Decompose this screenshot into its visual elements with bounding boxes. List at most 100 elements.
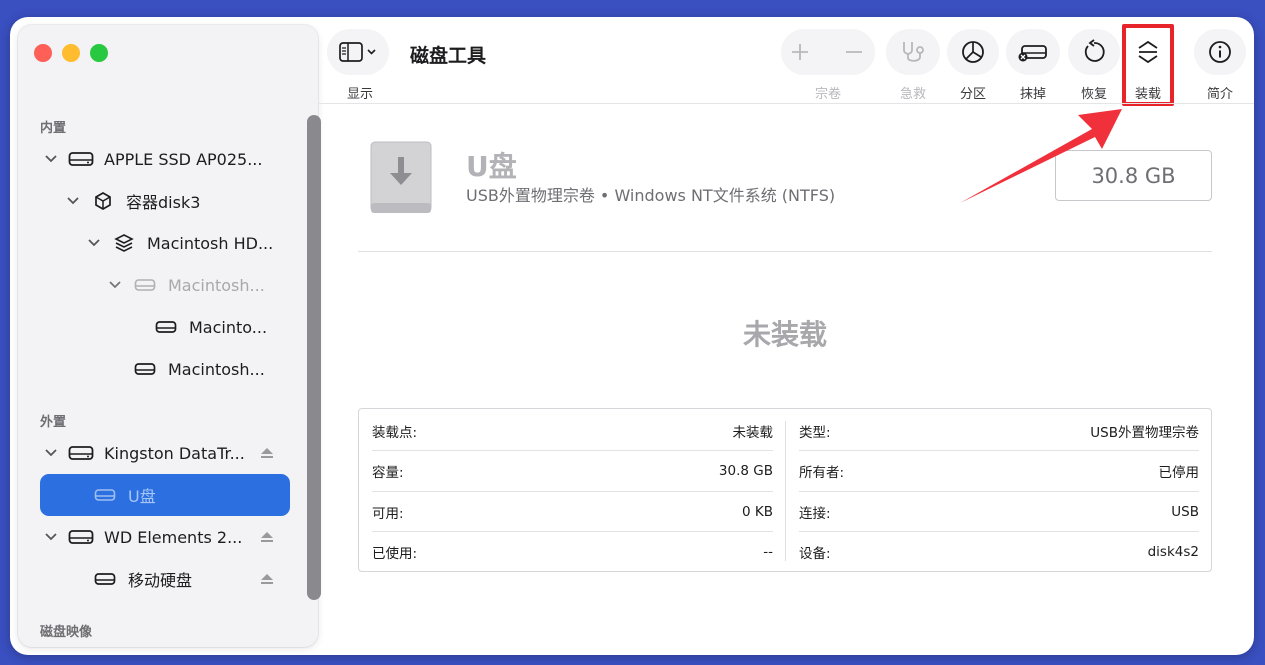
drive-icon bbox=[68, 527, 94, 547]
info-value: 30.8 GB bbox=[718, 463, 773, 479]
info-row-type: 类型: USB外置物理宗卷 bbox=[799, 411, 1199, 451]
info-row-mount-point: 装载点: 未装载 bbox=[372, 411, 773, 451]
header-divider bbox=[358, 251, 1212, 252]
info-column-separator bbox=[785, 421, 786, 561]
sidebar-item-label: Macinto... bbox=[189, 317, 268, 337]
window-controls bbox=[34, 44, 108, 62]
info-label: 所有者: bbox=[799, 465, 845, 481]
sidebar-item-macintosh-hd-volume[interactable]: Macintosh... bbox=[108, 265, 265, 305]
partition-button[interactable] bbox=[947, 29, 999, 75]
sidebar-item-label: APPLE SSD AP025... bbox=[104, 149, 263, 169]
layers-icon bbox=[111, 233, 137, 253]
restore-icon bbox=[1084, 39, 1105, 62]
drive-icon bbox=[132, 275, 158, 295]
sidebar-item-macintosh-hd-group[interactable]: Macintosh HD... bbox=[87, 223, 273, 263]
info-value: 0 KB bbox=[742, 504, 773, 520]
sidebar-item-macintosh-data[interactable]: Macintosh... bbox=[132, 349, 265, 389]
mount-highlight-box bbox=[1122, 24, 1174, 106]
sidebar-toggle-icon bbox=[339, 42, 376, 62]
stethoscope-icon bbox=[903, 42, 924, 62]
eject-icon[interactable] bbox=[260, 530, 274, 544]
volume-description: USB外置物理宗卷 • Windows NT文件系统 (NTFS) bbox=[466, 186, 836, 205]
mount-status: 未装载 bbox=[742, 318, 827, 351]
info-value: USB bbox=[1171, 504, 1199, 520]
chevron-down-icon[interactable] bbox=[66, 194, 80, 208]
erase-label: 抹掉 bbox=[1019, 87, 1046, 102]
first-aid-label: 急救 bbox=[899, 87, 926, 102]
sidebar-item-label: Macintosh... bbox=[168, 275, 265, 295]
sidebar-scrollbar[interactable] bbox=[307, 115, 321, 600]
pie-chart-icon bbox=[962, 41, 984, 63]
info-label: 容量: bbox=[372, 465, 404, 481]
erase-button[interactable] bbox=[1006, 29, 1060, 75]
erase-drive-icon bbox=[1018, 45, 1047, 62]
section-internal: 内置 bbox=[40, 121, 67, 136]
volume-name: U盘 bbox=[466, 150, 517, 183]
view-label: 显示 bbox=[346, 87, 373, 102]
sidebar-item-kingston[interactable]: Kingston DataTr... bbox=[44, 433, 245, 473]
info-value: 未装载 bbox=[732, 425, 774, 441]
section-external: 外置 bbox=[40, 415, 67, 430]
zoom-button[interactable] bbox=[90, 44, 108, 62]
info-value: -- bbox=[763, 544, 773, 560]
first-aid-button[interactable] bbox=[886, 29, 940, 75]
info-row-capacity: 容量: 30.8 GB bbox=[372, 451, 773, 491]
info-row-used: 已使用: -- bbox=[372, 532, 773, 572]
chevron-down-icon[interactable] bbox=[44, 446, 58, 460]
sidebar-item-wd-elements[interactable]: WD Elements 2... bbox=[44, 517, 242, 557]
sidebar-item-mobile-hdd[interactable]: 移动硬盘 bbox=[92, 559, 192, 599]
eject-icon[interactable] bbox=[260, 572, 274, 586]
chevron-down-icon[interactable] bbox=[44, 152, 58, 166]
usb-drive-icon bbox=[370, 141, 432, 215]
close-button[interactable] bbox=[34, 44, 52, 62]
info-button[interactable] bbox=[1194, 29, 1246, 75]
minimize-button[interactable] bbox=[62, 44, 80, 62]
info-label: 连接: bbox=[799, 506, 831, 522]
volume-label: 宗卷 bbox=[814, 87, 841, 102]
sidebar-item-label: Macintosh... bbox=[168, 359, 265, 379]
sidebar: 内置 APPLE SSD AP025... 容器disk3 Macintosh … bbox=[18, 25, 321, 647]
info-label: 简介 bbox=[1206, 87, 1233, 102]
drive-icon bbox=[153, 317, 179, 337]
info-label: 装载点: bbox=[372, 425, 418, 441]
info-row-available: 可用: 0 KB bbox=[372, 492, 773, 532]
eject-icon[interactable] bbox=[260, 446, 274, 460]
drive-icon bbox=[68, 149, 94, 169]
info-value: 已停用 bbox=[1158, 465, 1200, 481]
disk-utility-window: 内置 APPLE SSD AP025... 容器disk3 Macintosh … bbox=[10, 17, 1254, 655]
sidebar-item-label: 容器disk3 bbox=[126, 193, 201, 212]
drive-icon bbox=[68, 443, 94, 463]
chevron-down-icon[interactable] bbox=[108, 278, 122, 292]
volume-button-group[interactable] bbox=[781, 29, 875, 75]
sidebar-item-macintosh-snapshot[interactable]: Macinto... bbox=[153, 307, 267, 347]
info-row-owner: 所有者: 已停用 bbox=[799, 451, 1199, 491]
volume-size-badge: 30.8 GB bbox=[1055, 150, 1212, 201]
section-disk-images: 磁盘映像 bbox=[40, 625, 93, 640]
info-value: USB外置物理宗卷 bbox=[1090, 425, 1199, 441]
info-label: 设备: bbox=[799, 546, 831, 562]
selection-highlight bbox=[40, 474, 290, 516]
plus-icon bbox=[792, 44, 808, 60]
sidebar-item-label: Kingston DataTr... bbox=[104, 443, 245, 463]
restore-label: 恢复 bbox=[1080, 87, 1107, 102]
sidebar-item-u-disk[interactable]: U盘 bbox=[92, 475, 156, 515]
app-title: 磁盘工具 bbox=[410, 45, 487, 67]
info-table: 装载点: 未装载 容量: 30.8 GB 可用: 0 KB 已使用: -- 类型… bbox=[358, 408, 1212, 572]
partition-label: 分区 bbox=[959, 87, 986, 102]
chevron-down-icon[interactable] bbox=[87, 236, 101, 250]
info-label: 可用: bbox=[372, 506, 404, 522]
container-icon bbox=[90, 191, 116, 211]
sidebar-item-container[interactable]: 容器disk3 bbox=[66, 181, 200, 221]
info-row-device: 设备: disk4s2 bbox=[799, 532, 1199, 572]
restore-button[interactable] bbox=[1068, 29, 1120, 75]
sidebar-item-label: WD Elements 2... bbox=[104, 527, 243, 547]
toolbar-divider bbox=[318, 103, 1254, 104]
sidebar-item-apple-ssd[interactable]: APPLE SSD AP025... bbox=[44, 139, 262, 179]
info-label: 类型: bbox=[799, 425, 831, 441]
info-value: disk4s2 bbox=[1147, 544, 1199, 560]
drive-icon bbox=[92, 569, 118, 589]
chevron-down-icon[interactable] bbox=[44, 530, 58, 544]
info-icon bbox=[1209, 41, 1231, 63]
sidebar-item-label: Macintosh HD... bbox=[147, 233, 274, 253]
view-toggle-button[interactable] bbox=[327, 29, 389, 75]
